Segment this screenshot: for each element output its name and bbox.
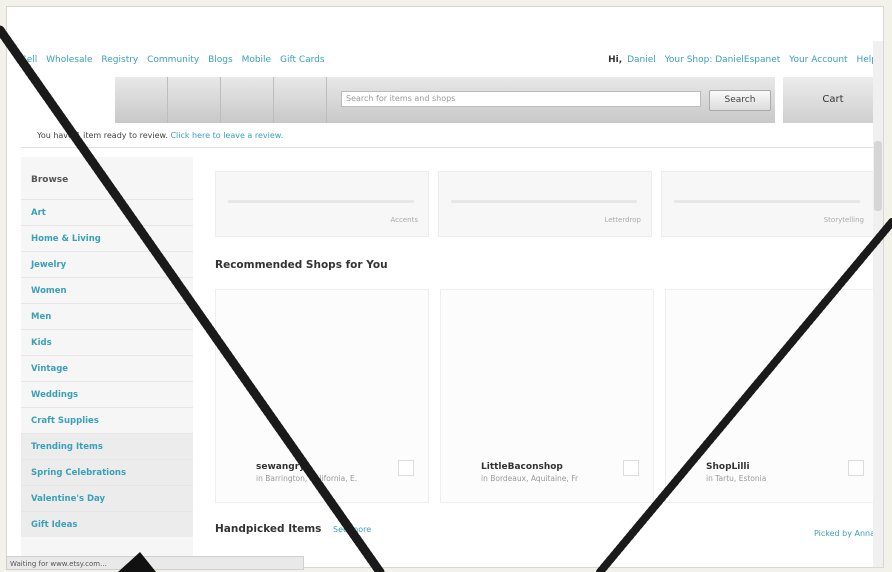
nav-sell[interactable]: Sell: [21, 55, 37, 65]
divider: [21, 147, 883, 148]
sidebar-item-men[interactable]: Men: [21, 303, 193, 329]
sidebar-item-craft-supplies[interactable]: Craft Supplies: [21, 407, 193, 433]
scrollbar-thumb[interactable]: [874, 141, 882, 211]
recommended-shops-title: Recommended Shops for You: [215, 259, 388, 271]
review-notice: You have 1 item ready to review. Click h…: [37, 131, 283, 140]
shop-location: in Barrington, California, E.: [256, 474, 358, 483]
cart-button[interactable]: Cart: [783, 77, 883, 123]
user-nav: Hi, Daniel Your Shop: DanielEspanet Your…: [602, 55, 877, 65]
sidebar-item-weddings[interactable]: Weddings: [21, 381, 193, 407]
search-button[interactable]: Search: [709, 90, 771, 111]
featured-card-label: Letterdrop: [604, 216, 641, 224]
featured-card[interactable]: Storytelling: [661, 171, 875, 237]
favorite-shop-button[interactable]: [398, 460, 414, 476]
nav-wholesale[interactable]: Wholesale: [46, 55, 92, 65]
featured-card-bar: [451, 200, 637, 203]
featured-card-bar: [228, 200, 414, 203]
toolbar-segment[interactable]: [274, 77, 327, 123]
see-more-link[interactable]: See more: [333, 525, 371, 534]
nav-community[interactable]: Community: [147, 55, 199, 65]
favorite-shop-button[interactable]: [623, 460, 639, 476]
browser-viewport: Sell Wholesale Registry Community Blogs …: [6, 6, 884, 568]
nav-mobile[interactable]: Mobile: [242, 55, 272, 65]
featured-card-label: Accents: [390, 216, 419, 224]
review-notice-text: You have 1 item ready to review.: [37, 131, 168, 140]
shop-name[interactable]: ShopLilli: [706, 462, 750, 472]
sidebar-item-women[interactable]: Women: [21, 277, 193, 303]
sidebar-item-kids[interactable]: Kids: [21, 329, 193, 355]
shop-location: in Bordeaux, Aquitaine, Fr: [481, 474, 579, 483]
top-nav: Sell Wholesale Registry Community Blogs …: [21, 55, 331, 65]
nav-registry[interactable]: Registry: [101, 55, 138, 65]
featured-card-label: Storytelling: [823, 216, 864, 224]
nav-gift-cards[interactable]: Gift Cards: [280, 55, 325, 65]
shop-name[interactable]: sewangry: [256, 462, 305, 472]
featured-card-bar: [674, 200, 860, 203]
featured-card[interactable]: Letterdrop: [438, 171, 652, 237]
sidebar-item-spring-celebrations[interactable]: Spring Celebrations: [21, 459, 193, 485]
search-input[interactable]: Search for items and shops: [341, 91, 701, 107]
shop-card[interactable]: sewangry in Barrington, California, E.: [215, 289, 429, 503]
browse-heading: Browse: [31, 175, 69, 185]
sidebar-item-jewelry[interactable]: Jewelry: [21, 251, 193, 277]
shop-location: in Tartu, Estonia: [706, 474, 767, 483]
toolbar-segment[interactable]: [221, 77, 274, 123]
picked-by-link[interactable]: Picked by Anna: [814, 529, 875, 538]
sidebar-item-art[interactable]: Art: [21, 199, 193, 225]
greeting: Hi,: [608, 55, 623, 65]
browser-status-bar: Waiting for www.etsy.com...: [6, 556, 304, 570]
user-name-link[interactable]: Daniel: [627, 55, 656, 65]
vertical-scrollbar[interactable]: [873, 41, 883, 567]
leave-review-link[interactable]: Click here to leave a review.: [170, 131, 283, 140]
shop-card[interactable]: ShopLilli in Tartu, Estonia: [665, 289, 879, 503]
shop-name[interactable]: LittleBaconshop: [481, 462, 563, 472]
browse-sidebar: Browse Art Home & Living Jewelry Women M…: [21, 157, 193, 567]
featured-card[interactable]: Accents: [215, 171, 429, 237]
your-shop-link[interactable]: Your Shop: DanielEspanet: [665, 55, 781, 65]
sidebar-item-home-living[interactable]: Home & Living: [21, 225, 193, 251]
sidebar-item-gift-ideas[interactable]: Gift Ideas: [21, 511, 193, 537]
sidebar-item-trending-items[interactable]: Trending Items: [21, 433, 193, 459]
header-toolbar: Search for items and shops Search: [115, 77, 775, 123]
your-account-link[interactable]: Your Account: [789, 55, 847, 65]
shop-card[interactable]: LittleBaconshop in Bordeaux, Aquitaine, …: [440, 289, 654, 503]
handpicked-items-title: Handpicked Items: [215, 523, 322, 535]
toolbar-segment[interactable]: [115, 77, 168, 123]
sidebar-item-valentines-day[interactable]: Valentine's Day: [21, 485, 193, 511]
toolbar-segment[interactable]: [168, 77, 221, 123]
sidebar-item-vintage[interactable]: Vintage: [21, 355, 193, 381]
nav-blogs[interactable]: Blogs: [208, 55, 233, 65]
favorite-shop-button[interactable]: [848, 460, 864, 476]
